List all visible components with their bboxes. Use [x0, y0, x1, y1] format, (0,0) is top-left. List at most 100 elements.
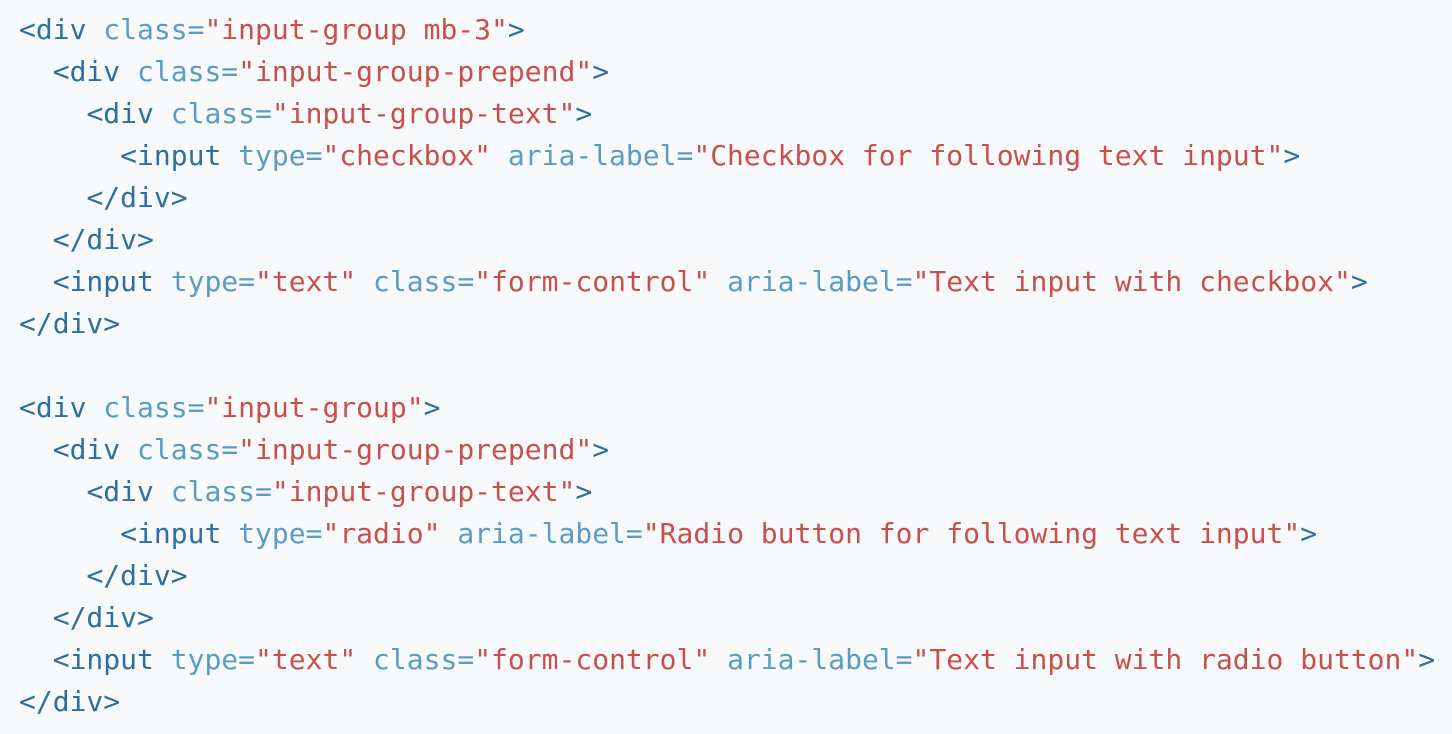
- code-line: </div>: [19, 219, 1452, 261]
- code-attribute-token: aria-label=: [507, 139, 694, 172]
- code-tag-token: >: [592, 433, 610, 466]
- code-tag-token: >: [1300, 517, 1318, 550]
- code-string-token: "input-group mb-3": [204, 13, 508, 46]
- code-tag-token: <div: [52, 433, 121, 466]
- code-tag-token: >: [423, 391, 441, 424]
- code-line: <div class="input-group-prepend">: [19, 429, 1452, 471]
- code-tag-token: >: [1350, 265, 1368, 298]
- code-tag-token: </div>: [19, 307, 121, 340]
- code-tag-token: <input: [52, 643, 154, 676]
- code-attribute-token: class=: [170, 475, 272, 508]
- code-string-token: "input-group-prepend": [238, 433, 593, 466]
- code-line: </div>: [19, 597, 1452, 639]
- code-tag-token: <div: [19, 391, 87, 424]
- code-attribute-token: class=: [373, 265, 475, 298]
- code-line: <input type="text" class="form-control" …: [19, 639, 1452, 681]
- code-tag-token: <input: [120, 517, 222, 550]
- code-tag-token: <div: [86, 97, 154, 130]
- code-attribute-token: aria-label=: [727, 265, 913, 298]
- code-tag-token: >: [592, 55, 610, 88]
- code-line: <input type="text" class="form-control" …: [19, 261, 1452, 303]
- code-string-token: "input-group-text": [271, 97, 576, 130]
- code-tag-token: <div: [19, 13, 87, 46]
- code-line: <input type="checkbox" aria-label="Check…: [19, 135, 1452, 177]
- code-line: </div>: [19, 303, 1452, 345]
- code-tag-token: <div: [52, 55, 121, 88]
- code-string-token: "checkbox": [322, 139, 492, 172]
- code-tag-token: </div>: [19, 685, 121, 718]
- code-tag-token: </div>: [86, 559, 188, 592]
- code-line: <div class="input-group mb-3">: [19, 9, 1452, 51]
- code-attribute-token: type=: [170, 265, 256, 298]
- code-attribute-token: class=: [103, 13, 205, 46]
- code-attribute-token: class=: [137, 433, 239, 466]
- code-attribute-token: aria-label=: [727, 643, 913, 676]
- code-tag-token: </div>: [52, 601, 154, 634]
- code-attribute-token: class=: [103, 391, 205, 424]
- code-attribute-token: class=: [373, 643, 475, 676]
- code-line: </div>: [19, 177, 1452, 219]
- code-attribute-token: type=: [170, 643, 256, 676]
- code-line: </div>: [19, 555, 1452, 597]
- code-line: <div class="input-group-text">: [19, 93, 1452, 135]
- code-tag-token: </div>: [86, 181, 188, 214]
- code-string-token: "form-control": [474, 643, 711, 676]
- code-line: <div class="input-group">: [19, 387, 1452, 429]
- code-tag-token: >: [507, 13, 525, 46]
- code-line: </div>: [19, 681, 1452, 723]
- code-string-token: "Checkbox for following text input": [693, 139, 1284, 172]
- code-tag-token: <div: [86, 475, 154, 508]
- code-line: <div class="input-group-text">: [19, 471, 1452, 513]
- code-attribute-token: type=: [238, 139, 323, 172]
- code-string-token: "input-group-text": [271, 475, 576, 508]
- code-snippet: <div class="input-group mb-3"> <div clas…: [0, 0, 1452, 734]
- code-string-token: "Radio button for following text input": [642, 517, 1301, 550]
- code-attribute-token: class=: [137, 55, 239, 88]
- code-attribute-token: type=: [238, 517, 323, 550]
- code-string-token: "input-group-prepend": [238, 55, 593, 88]
- code-string-token: "text": [255, 265, 357, 298]
- code-string-token: "Text input with checkbox": [912, 265, 1351, 298]
- code-line: <input type="radio" aria-label="Radio bu…: [19, 513, 1452, 555]
- code-string-token: "text": [255, 643, 357, 676]
- code-tag-token: <input: [120, 139, 222, 172]
- code-tag-token: >: [575, 475, 593, 508]
- code-string-token: "form-control": [474, 265, 711, 298]
- code-string-token: "radio": [322, 517, 441, 550]
- code-tag-token: >: [1283, 139, 1301, 172]
- code-attribute-token: class=: [170, 97, 272, 130]
- code-tag-token: </div>: [52, 223, 154, 256]
- code-tag-token: <input: [52, 265, 154, 298]
- code-line: <div class="input-group-prepend">: [19, 51, 1452, 93]
- code-string-token: "Text input with radio button": [912, 643, 1419, 676]
- code-attribute-token: aria-label=: [457, 517, 643, 550]
